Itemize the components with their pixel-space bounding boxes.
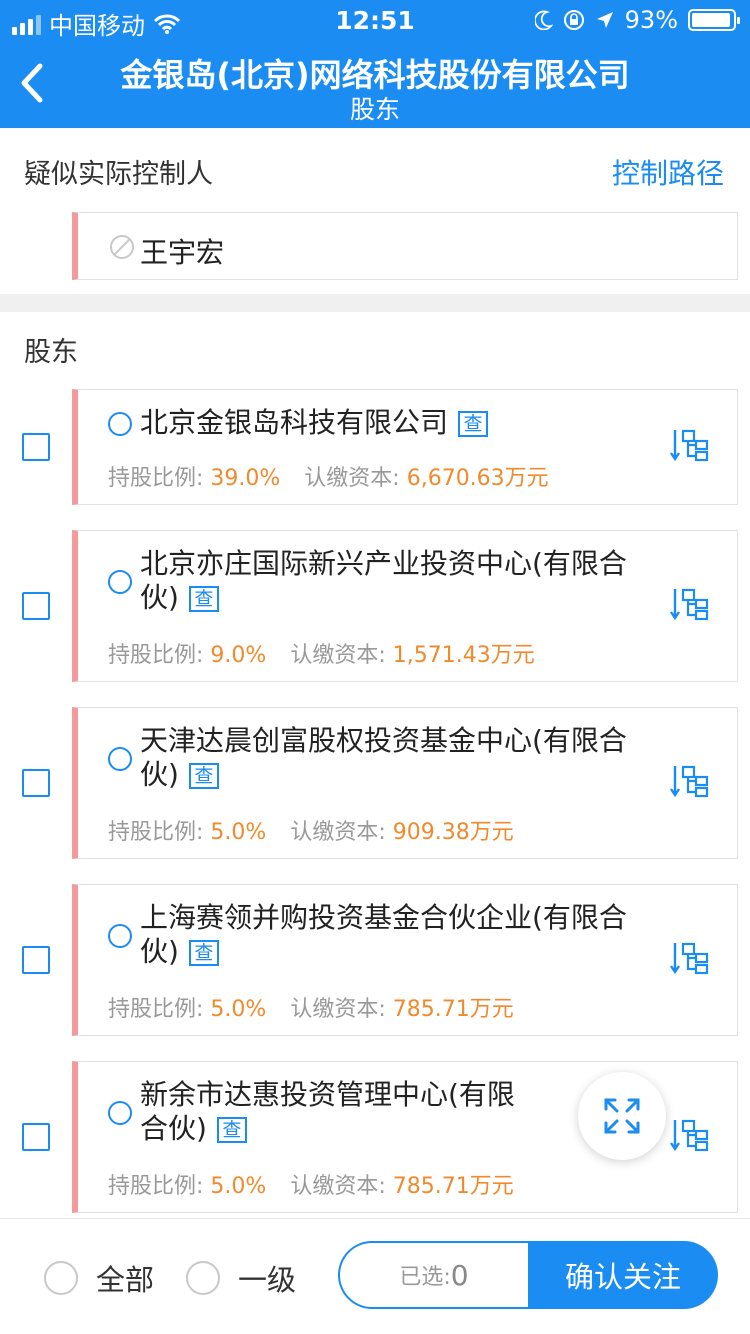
capital-value: 909.38万元 [392,820,514,845]
controller-card[interactable]: 王宇宏 [72,212,738,280]
selected-count: 0 [450,1258,469,1292]
capital-value: 785.71万元 [392,997,514,1022]
ratio-label: 持股比例: [108,820,211,845]
follow-radio[interactable] [108,924,132,948]
ratio-value: 5.0% [210,820,267,845]
rotation-lock-icon [563,10,584,30]
follow-radio[interactable] [108,412,132,436]
follow-radio[interactable] [108,747,132,771]
section-divider [0,294,750,312]
selected-label: 已选: [399,1265,451,1290]
select-checkbox[interactable] [22,1123,50,1151]
capital-value: 6,670.63万元 [406,466,549,491]
shareholder-name: 北京金银岛科技有限公司 [140,406,449,439]
lookup-badge[interactable]: 查 [188,586,219,612]
capital-label: 认缴资本: [304,466,407,491]
confirm-follow-button[interactable]: 确认关注 [528,1241,718,1309]
lookup-badge[interactable]: 查 [188,940,219,966]
capital-label: 认缴资本: [290,820,393,845]
lookup-badge[interactable]: 查 [188,763,219,789]
ratio-label: 持股比例: [108,466,211,491]
lookup-badge[interactable]: 查 [216,1117,247,1143]
expand-icon [604,1098,640,1134]
select-checkbox[interactable] [22,592,50,620]
selected-counter: 已选: 0 [338,1241,528,1309]
shareholder-meta: 持股比例: 5.0% 认缴资本: 785.71万元 [108,1168,514,1200]
shareholder-card[interactable]: 上海赛领并购投资基金合伙企业(有限合伙) 查 持股比例: 5.0% 认缴资本: 78… [72,884,738,1036]
capital-value: 785.71万元 [392,1174,514,1199]
option-all-label: 全部 [96,1263,155,1297]
equity-tree-icon[interactable] [669,1118,709,1152]
page-subtitle: 股东 [349,95,400,124]
shareholder-card[interactable]: 北京金银岛科技有限公司查 持股比例: 39.0% 认缴资本: 6,670.63万元 [72,389,738,505]
control-path-link[interactable]: 控制路径 [612,152,724,192]
controller-heading: 疑似实际控制人 [24,159,213,190]
shareholder-heading: 股东 [24,337,78,368]
ratio-label: 持股比例: [108,997,211,1022]
follow-radio[interactable] [108,1101,132,1125]
ratio-value: 39.0% [210,466,281,491]
radio-all[interactable] [44,1261,78,1295]
capital-label: 认缴资本: [290,643,393,668]
controller-name: 王宇宏 [140,236,225,269]
option-level1-label: 一级 [238,1263,297,1297]
disabled-icon [110,235,134,259]
equity-tree-icon[interactable] [669,428,709,462]
equity-tree-icon[interactable] [669,764,709,798]
radio-level1[interactable] [186,1261,220,1295]
battery-icon [688,9,740,31]
ratio-label: 持股比例: [108,643,211,668]
equity-tree-icon[interactable] [669,587,709,621]
shareholder-name: 新余市达惠投资管理中心(有限合伙) [140,1078,515,1145]
expand-button[interactable] [578,1072,666,1160]
shareholder-meta: 持股比例: 9.0% 认缴资本: 1,571.43万元 [108,637,535,669]
ratio-value: 5.0% [210,997,267,1022]
ratio-label: 持股比例: [108,1174,211,1199]
select-checkbox[interactable] [22,946,50,974]
equity-tree-icon[interactable] [669,941,709,975]
ratio-value: 9.0% [210,643,267,668]
shareholder-card[interactable]: 天津达晨创富股权投资基金中心(有限合伙) 查 持股比例: 5.0% 认缴资本: 90… [72,707,738,859]
option-level1[interactable]: 一级 [186,1257,296,1299]
bottom-action-bar: 全部 一级 已选: 0 确认关注 [0,1218,750,1334]
ratio-value: 5.0% [210,1174,267,1199]
capital-label: 认缴资本: [290,997,393,1022]
capital-label: 认缴资本: [290,1174,393,1199]
lookup-badge[interactable]: 查 [458,411,489,437]
shareholder-meta: 持股比例: 39.0% 认缴资本: 6,670.63万元 [108,460,549,492]
shareholder-meta: 持股比例: 5.0% 认缴资本: 785.71万元 [108,991,514,1023]
option-all[interactable]: 全部 [44,1257,154,1299]
shareholder-meta: 持股比例: 5.0% 认缴资本: 909.38万元 [108,814,514,846]
shareholder-card[interactable]: 北京亦庄国际新兴产业投资中心(有限合伙) 查 持股比例: 9.0% 认缴资本: 1,… [72,530,738,682]
moon-icon [534,10,553,30]
select-checkbox[interactable] [22,433,50,461]
nav-header: 中国移动 12:51 93% 金银岛(北京)网络科技股份有限公司 股东 [0,0,750,128]
location-icon [596,12,613,28]
battery-percent: 93% [624,6,678,34]
select-checkbox[interactable] [22,769,50,797]
status-bar: 中国移动 12:51 93% [0,0,750,40]
capital-value: 1,571.43万元 [392,643,535,668]
follow-radio[interactable] [108,570,132,594]
